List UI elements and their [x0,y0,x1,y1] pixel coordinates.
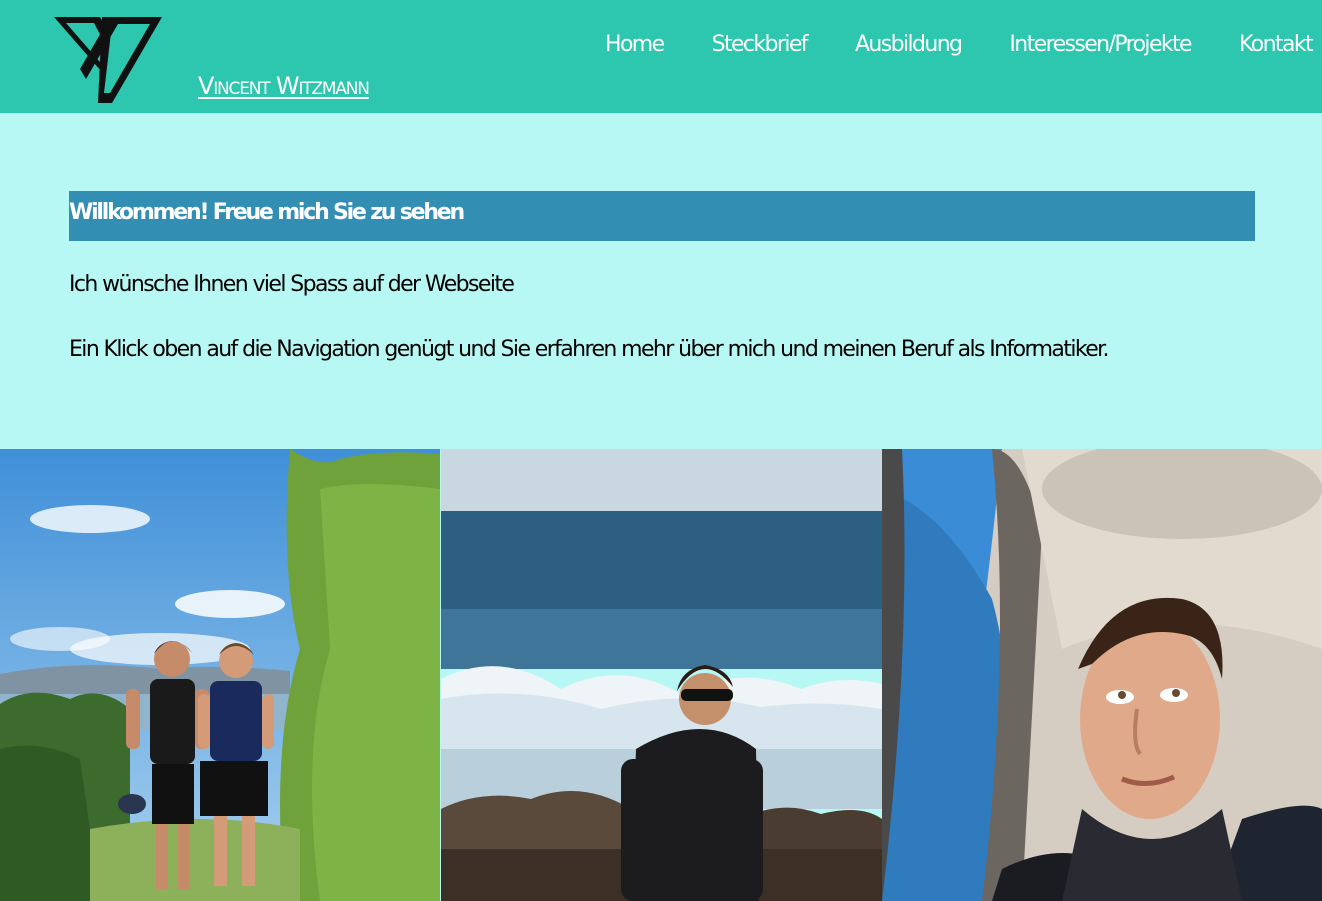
nav-item-kontakt[interactable]: Kontakt [1239,32,1314,57]
brand-name-link[interactable]: Vincent Witzmann [198,72,370,100]
car-selfie-photo [882,449,1322,901]
boy-ocean-waves-photo [441,449,882,901]
two-boys-coast-photo [0,449,440,901]
navigation-hint-paragraph: Ein Klick oben auf die Navigation genügt… [69,337,1110,362]
nav-item-interessen-projekte[interactable]: Interessen/Projekte [1009,32,1192,57]
welcome-banner: Willkommen! Freue mich Sie zu sehen [69,191,1255,241]
site-header: Vincent Witzmann Home Steckbrief Ausbild… [0,0,1322,113]
welcome-title: Willkommen! Freue mich Sie zu sehen [69,200,465,225]
main-navigation: Home Steckbrief Ausbildung Interessen/Pr… [557,32,1314,57]
nav-item-home[interactable]: Home [605,32,665,57]
nav-item-ausbildung[interactable]: Ausbildung [855,32,963,57]
nav-item-steckbrief[interactable]: Steckbrief [712,32,809,57]
intro-paragraph: Ich wünsche Ihnen viel Spass auf der Web… [69,272,515,297]
photo-gallery [0,449,1322,901]
v-logo-icon[interactable] [54,17,162,103]
